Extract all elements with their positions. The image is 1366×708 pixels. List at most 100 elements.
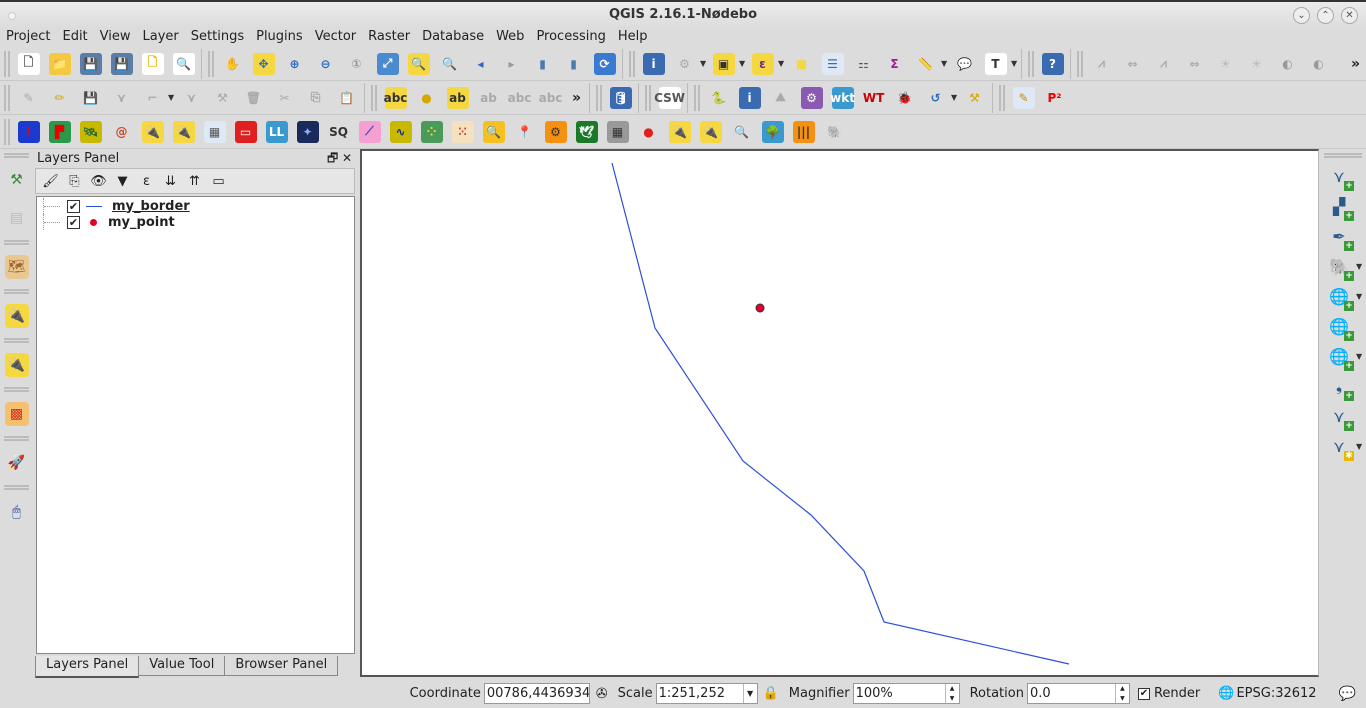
layer-visibility-checkbox[interactable]: ✔ xyxy=(67,199,80,213)
dropdown-arrow-icon[interactable]: ▼ xyxy=(168,93,176,102)
dock-grip[interactable] xyxy=(4,485,29,490)
heatmap-button[interactable]: ⁙ xyxy=(447,117,478,147)
new-temporary-layer-button[interactable]: ⋎▼ xyxy=(1320,431,1366,461)
processing-button[interactable]: ⚙ xyxy=(796,83,827,113)
raster-local-stretch-button[interactable]: ⇔ xyxy=(1117,49,1148,79)
copy-features-button[interactable]: ⎘ xyxy=(300,83,331,113)
toolbar-grip[interactable] xyxy=(596,84,603,111)
dropdown-arrow-icon[interactable]: ▼ xyxy=(700,59,708,68)
new-bookmark-button[interactable]: ▮ xyxy=(527,49,558,79)
bird-button[interactable]: 🕊 xyxy=(571,117,602,147)
orfeo-button[interactable]: 🚀 xyxy=(0,444,33,482)
dock-grip[interactable] xyxy=(4,436,29,441)
layer-row[interactable]: ✔ my_point xyxy=(37,214,354,230)
filter-expression-icon[interactable]: ε xyxy=(135,170,158,192)
new-project-button[interactable]: 🗋 xyxy=(13,49,44,79)
pin-labels-button[interactable]: ab xyxy=(442,83,473,113)
pan-to-selection-button[interactable]: ✥ xyxy=(248,49,279,79)
save-edits-button[interactable]: 💾 xyxy=(75,83,106,113)
dock-grip[interactable] xyxy=(4,289,29,294)
select-by-expression-button[interactable]: ε xyxy=(747,49,778,79)
remove-layer-icon[interactable]: ▭ xyxy=(207,170,230,192)
dock-grip[interactable] xyxy=(1324,153,1362,158)
undo-button[interactable]: ↺ xyxy=(920,83,951,113)
menu-web[interactable]: Web xyxy=(490,28,530,46)
minimize-button[interactable]: ⌄ xyxy=(1293,7,1310,24)
attribute-table-button[interactable]: ☰ xyxy=(817,49,848,79)
toolbar-overflow-button[interactable]: » xyxy=(566,90,587,106)
close-button[interactable]: ✕ xyxy=(1341,7,1358,24)
render-checkbox[interactable]: ✔ xyxy=(1137,687,1150,700)
sql-search-button[interactable]: SQ xyxy=(323,117,354,147)
dropdown-arrow-icon[interactable]: ▼ xyxy=(1011,59,1019,68)
toolbar-overflow-button[interactable]: » xyxy=(1345,56,1366,72)
coordinate-field[interactable]: 00786,4436934 xyxy=(483,683,590,704)
longlat-button[interactable]: LL xyxy=(261,117,292,147)
toolbar-grip[interactable] xyxy=(645,84,652,111)
elephant-button[interactable]: 🐘 xyxy=(819,117,850,147)
save-as-button[interactable]: 💾 xyxy=(106,49,137,79)
dropdown-arrow-icon[interactable]: ▼ xyxy=(1356,262,1364,271)
rotate-label-button[interactable]: abc xyxy=(535,83,566,113)
dropdown-arrow-icon[interactable]: ▼ xyxy=(1356,292,1364,301)
add-feature-button[interactable]: ⋎ xyxy=(106,83,137,113)
layer-visibility-checkbox[interactable]: ✔ xyxy=(67,215,80,229)
zoom-full-button[interactable]: ⤢ xyxy=(372,49,403,79)
menu-project[interactable]: Project xyxy=(0,28,56,46)
wkt-button[interactable]: wkt xyxy=(827,83,858,113)
deselect-button[interactable]: ■ xyxy=(786,49,817,79)
dropdown-arrow-icon[interactable]: ▼ xyxy=(1356,352,1364,361)
statistics-button[interactable]: Σ xyxy=(879,49,910,79)
menu-vector[interactable]: Vector xyxy=(309,28,362,46)
menu-view[interactable]: View xyxy=(94,28,137,46)
add-group-icon[interactable]: ⎘ xyxy=(63,170,86,192)
grid-points-button[interactable]: ⁘ xyxy=(416,117,447,147)
node-tool-button[interactable]: ⋎ xyxy=(176,83,207,113)
raster-full-stretch-button[interactable]: ⩘ xyxy=(1148,49,1179,79)
dropdown-arrow-icon[interactable]: ▼ xyxy=(941,59,949,68)
treasure-map-button[interactable]: 🗺 xyxy=(0,248,33,286)
plugin-b-button[interactable]: 🔌 xyxy=(168,117,199,147)
toggle-extents-icon[interactable]: ✇ xyxy=(596,686,608,702)
zoom-next-button[interactable]: ▸ xyxy=(496,49,527,79)
tab-browser-panel[interactable]: Browser Panel xyxy=(224,656,339,676)
my-border-feature[interactable] xyxy=(611,162,1070,665)
open-project-button[interactable]: 📁 xyxy=(44,49,75,79)
raster-cumulative-stretch-button[interactable]: ⇔ xyxy=(1179,49,1210,79)
geo-search-button[interactable]: 🔍 xyxy=(726,117,757,147)
zoom-last-button[interactable]: ◂ xyxy=(465,49,496,79)
refresh-button[interactable]: ⟳ xyxy=(589,49,620,79)
toolbar-grip[interactable] xyxy=(208,50,214,77)
run-action-button[interactable]: ⚙ xyxy=(669,49,700,79)
add-spatialite-button[interactable]: ✒ xyxy=(1320,221,1366,251)
menu-layer[interactable]: Layer xyxy=(137,28,185,46)
style-manager-icon[interactable]: 🖌 xyxy=(39,170,62,192)
increase-contrast-button[interactable]: ◐ xyxy=(1272,49,1303,79)
magnifier-spin-buttons[interactable]: ▲ ▼ xyxy=(944,684,959,703)
grid-warp-button[interactable]: ▦ xyxy=(602,117,633,147)
expand-all-icon[interactable]: ⇊ xyxy=(159,170,182,192)
toolbar-grip[interactable] xyxy=(371,84,377,111)
help-button[interactable]: ? xyxy=(1037,49,1068,79)
mosaic-button[interactable]: ▩ xyxy=(0,395,33,433)
scale-dropdown-arrow[interactable]: ▼ xyxy=(742,684,757,703)
add-virtual-layer-button[interactable]: ⋎ xyxy=(1320,401,1366,431)
select-features-button[interactable]: ▣ xyxy=(708,49,739,79)
current-edits-button[interactable]: ✎ xyxy=(13,83,44,113)
rotation-spin-buttons[interactable]: ▲ ▼ xyxy=(1114,684,1129,703)
dock-grip[interactable] xyxy=(4,240,29,245)
csw-button[interactable]: CSW xyxy=(654,83,685,113)
menu-edit[interactable]: Edit xyxy=(56,28,93,46)
save-project-button[interactable]: 💾 xyxy=(75,49,106,79)
lock-scale-icon[interactable]: 🔒 xyxy=(763,686,779,701)
toolbar-grip[interactable] xyxy=(4,118,10,145)
add-wfs-button[interactable]: 🌐▼ xyxy=(1320,341,1366,371)
add-delimited-text-button[interactable]: ❟ xyxy=(1320,371,1366,401)
paste-features-button[interactable]: 📋 xyxy=(331,83,362,113)
zoom-out-button[interactable]: ⊖ xyxy=(310,49,341,79)
location-pin-button[interactable]: 📍 xyxy=(509,117,540,147)
tree-button[interactable]: 🌳 xyxy=(757,117,788,147)
layer-row[interactable]: ✔ my_border xyxy=(37,198,354,214)
zoom-to-layer-button[interactable]: 🔍 xyxy=(434,49,465,79)
decrease-brightness-button[interactable]: ☀ xyxy=(1241,49,1272,79)
